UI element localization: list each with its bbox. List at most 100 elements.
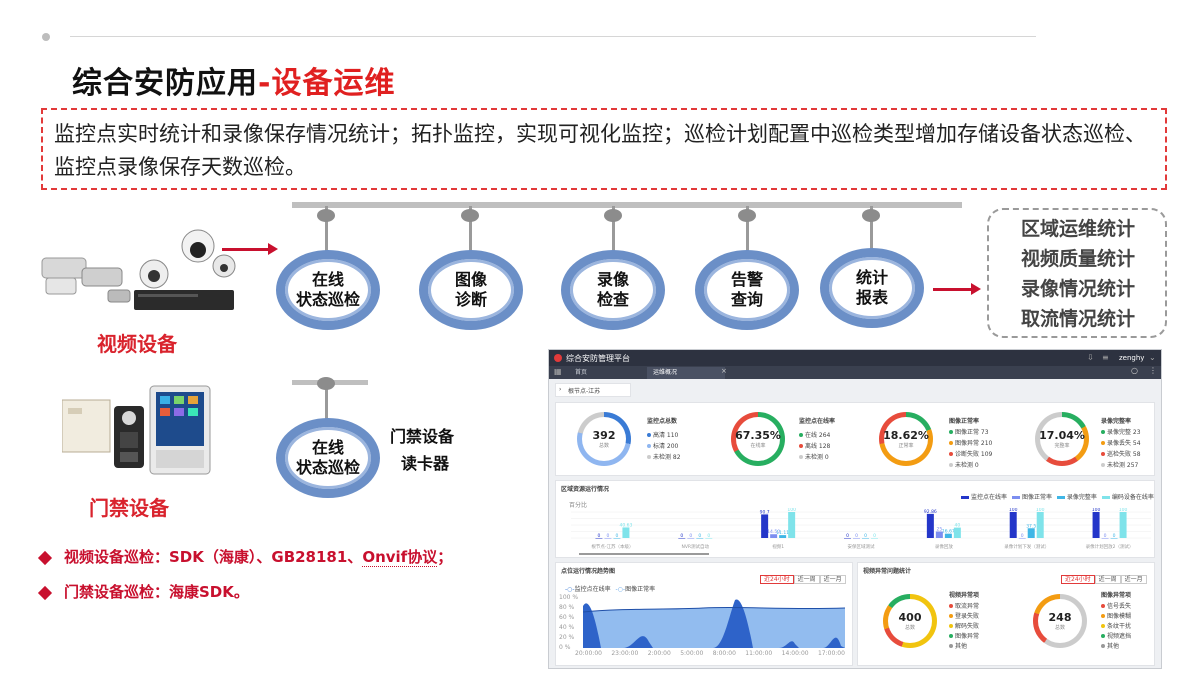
legend-dot-icon — [799, 455, 803, 459]
node-line2: 状态巡检 — [295, 290, 360, 309]
decorative-dot — [42, 33, 50, 41]
region-bar-label: 100 — [1092, 508, 1101, 513]
issues-item: 条纹干扰 — [1101, 621, 1131, 630]
region-bar-label: 90.7 — [760, 509, 770, 515]
issues-item: 取流异常 — [949, 601, 979, 610]
region-bar-label: 100 — [1119, 508, 1128, 513]
kpi-item: 录像丢失 54 — [1101, 438, 1141, 447]
kpi-item-text: 在线 264 — [805, 432, 831, 439]
region-bar-label: 100 — [787, 508, 796, 513]
kpi-sub: 正常率 — [898, 443, 914, 449]
kpi-item: 未检测 0 — [799, 452, 829, 461]
region-scrollbar[interactable] — [579, 553, 709, 555]
kpi-item-text: 未检测 0 — [805, 454, 829, 461]
kpi-item: 未检测 257 — [1101, 460, 1138, 469]
issues-sub: 总数 — [904, 625, 915, 631]
legend-label: 录像完整率 — [1066, 494, 1097, 501]
node-line2: 报表 — [855, 288, 888, 307]
node-line1: 录像 — [596, 270, 629, 289]
flow-node-recording-check: 录像 检查 — [561, 250, 665, 330]
region-bar-label: 0 — [707, 533, 710, 539]
region-bar — [1027, 528, 1035, 538]
region-bar-label: 0 — [597, 533, 600, 539]
region-category-label: 根节点-江苏（本级） — [591, 543, 633, 550]
legend-line-icon: -○- — [565, 586, 575, 593]
kpi-item-text: 图像正常 73 — [955, 429, 989, 436]
range-week-button[interactable]: 近一周 — [793, 575, 820, 584]
x-tick: 5:00:00 — [680, 650, 704, 657]
user-name[interactable]: zenghy — [1119, 354, 1144, 362]
issues-value: 400 — [898, 611, 922, 624]
close-tab-icon[interactable]: × — [721, 367, 727, 375]
range-month-button[interactable]: 近一月 — [1120, 575, 1147, 584]
menu-icon[interactable]: ≡ — [1102, 353, 1109, 362]
grid-icon[interactable]: ▦ — [554, 367, 562, 376]
node-line2: 状态巡检 — [295, 458, 360, 477]
x-tick: 11:00:00 — [745, 650, 773, 657]
legend-label: 图像正常率 — [1021, 494, 1052, 501]
region-bar-label: 100 — [1009, 508, 1018, 513]
y-tick: 80 % — [559, 604, 575, 611]
region-bar — [1009, 512, 1017, 538]
region-legend: 监控点在线率 图像正常率 录像完整率 编码设备在线率 — [961, 492, 1154, 501]
region-bar-label: 0 — [615, 533, 618, 539]
flow-node-statistics-report: 统计 报表 — [820, 248, 924, 328]
video-arrow-head — [268, 243, 278, 255]
legend-dot-icon — [1101, 634, 1105, 638]
access-devices-label: 门禁设备 — [89, 496, 169, 520]
video-arrow-line — [222, 248, 270, 251]
legend-swatch-icon — [1056, 496, 1065, 499]
node-line1: 在线 — [311, 270, 344, 289]
legend-swatch-icon — [1011, 496, 1020, 499]
x-tick: 14:00:00 — [781, 650, 809, 657]
legend-dot-icon — [1101, 624, 1105, 628]
region-category-label: 录像回放 — [935, 543, 953, 550]
region-bar-label: 0 — [1021, 533, 1024, 539]
kpi-title: 图像正常率 — [949, 418, 980, 425]
kpi-item: 高清 110 — [647, 430, 678, 439]
node-line2: 检查 — [596, 290, 629, 309]
region-bar-label: 100 — [1036, 508, 1045, 513]
region-bar-label: 0 — [1104, 533, 1107, 539]
slide-title: 综合安防应用-设备运维 — [72, 58, 395, 102]
x-tick: 8:00:00 — [712, 650, 736, 657]
dashboard-titlebar: 综合安防管理平台 ⇩ ≡ zenghy ⌄ — [549, 350, 1161, 366]
breadcrumb[interactable]: › 根节点-江苏 — [555, 383, 631, 397]
chevron-down-icon[interactable]: ⌄ — [1149, 353, 1156, 362]
download-icon[interactable]: ⇩ — [1087, 353, 1094, 362]
region-bar-label: 40.63 — [619, 522, 632, 528]
issues-item: 登录失败 — [949, 611, 979, 620]
access-item: 读卡器 — [401, 454, 450, 473]
range-24h-button[interactable]: 近24小时 — [1061, 575, 1095, 584]
region-category-label: NVR测试自动 — [681, 543, 709, 550]
region-bar-label: 0 — [680, 533, 683, 539]
breadcrumb-arrow-icon: › — [559, 386, 562, 393]
range-week-button[interactable]: 近一周 — [1094, 575, 1121, 584]
region-category-label: 安保区域测试 — [848, 543, 875, 550]
slide-title-main: 综合安防应用 — [72, 66, 258, 101]
range-month-button[interactable]: 近一月 — [819, 575, 846, 584]
flow-knob-1 — [317, 209, 335, 222]
tab-home[interactable]: 首页 — [569, 367, 593, 379]
legend-swatch-icon — [1101, 496, 1110, 499]
region-bar-label: 0 — [689, 533, 692, 539]
region-bar-label: 0 — [1113, 533, 1116, 539]
tab-ops-overview[interactable]: 运维概况 — [647, 367, 725, 379]
flow-knob-3 — [604, 209, 622, 222]
region-bar-chart: 0 0 040.63根节点-江苏（本级）0 0 0 0NVR测试自动90.714.5011… — [571, 508, 1151, 550]
trend-x-axis: 20:00:00 23:00:00 2:00:00 5:00:00 8:00:0… — [575, 650, 845, 657]
bullet-diamond-icon — [37, 585, 53, 600]
issues-sub: 总数 — [1054, 625, 1065, 631]
trend-legend: -○-监控点在线率 -○-图像正常率 — [565, 584, 655, 593]
region-bar-label: 0 — [864, 533, 867, 539]
issues-item-text: 其他 — [1107, 643, 1120, 650]
x-tick: 20:00:00 — [575, 650, 602, 657]
node-line1: 图像 — [454, 270, 487, 289]
access-node-online-status: 在线 状态巡检 — [276, 418, 380, 498]
kpi-item: 未检测 0 — [949, 460, 979, 469]
more-icon[interactable]: ⋮ — [1149, 366, 1157, 375]
kpi-item-text: 诊断失败 109 — [955, 451, 993, 458]
range-24h-button[interactable]: 近24小时 — [760, 575, 794, 584]
kpi-title: 监控点在线率 — [799, 418, 836, 425]
refresh-icon[interactable]: ○ — [1131, 366, 1138, 375]
